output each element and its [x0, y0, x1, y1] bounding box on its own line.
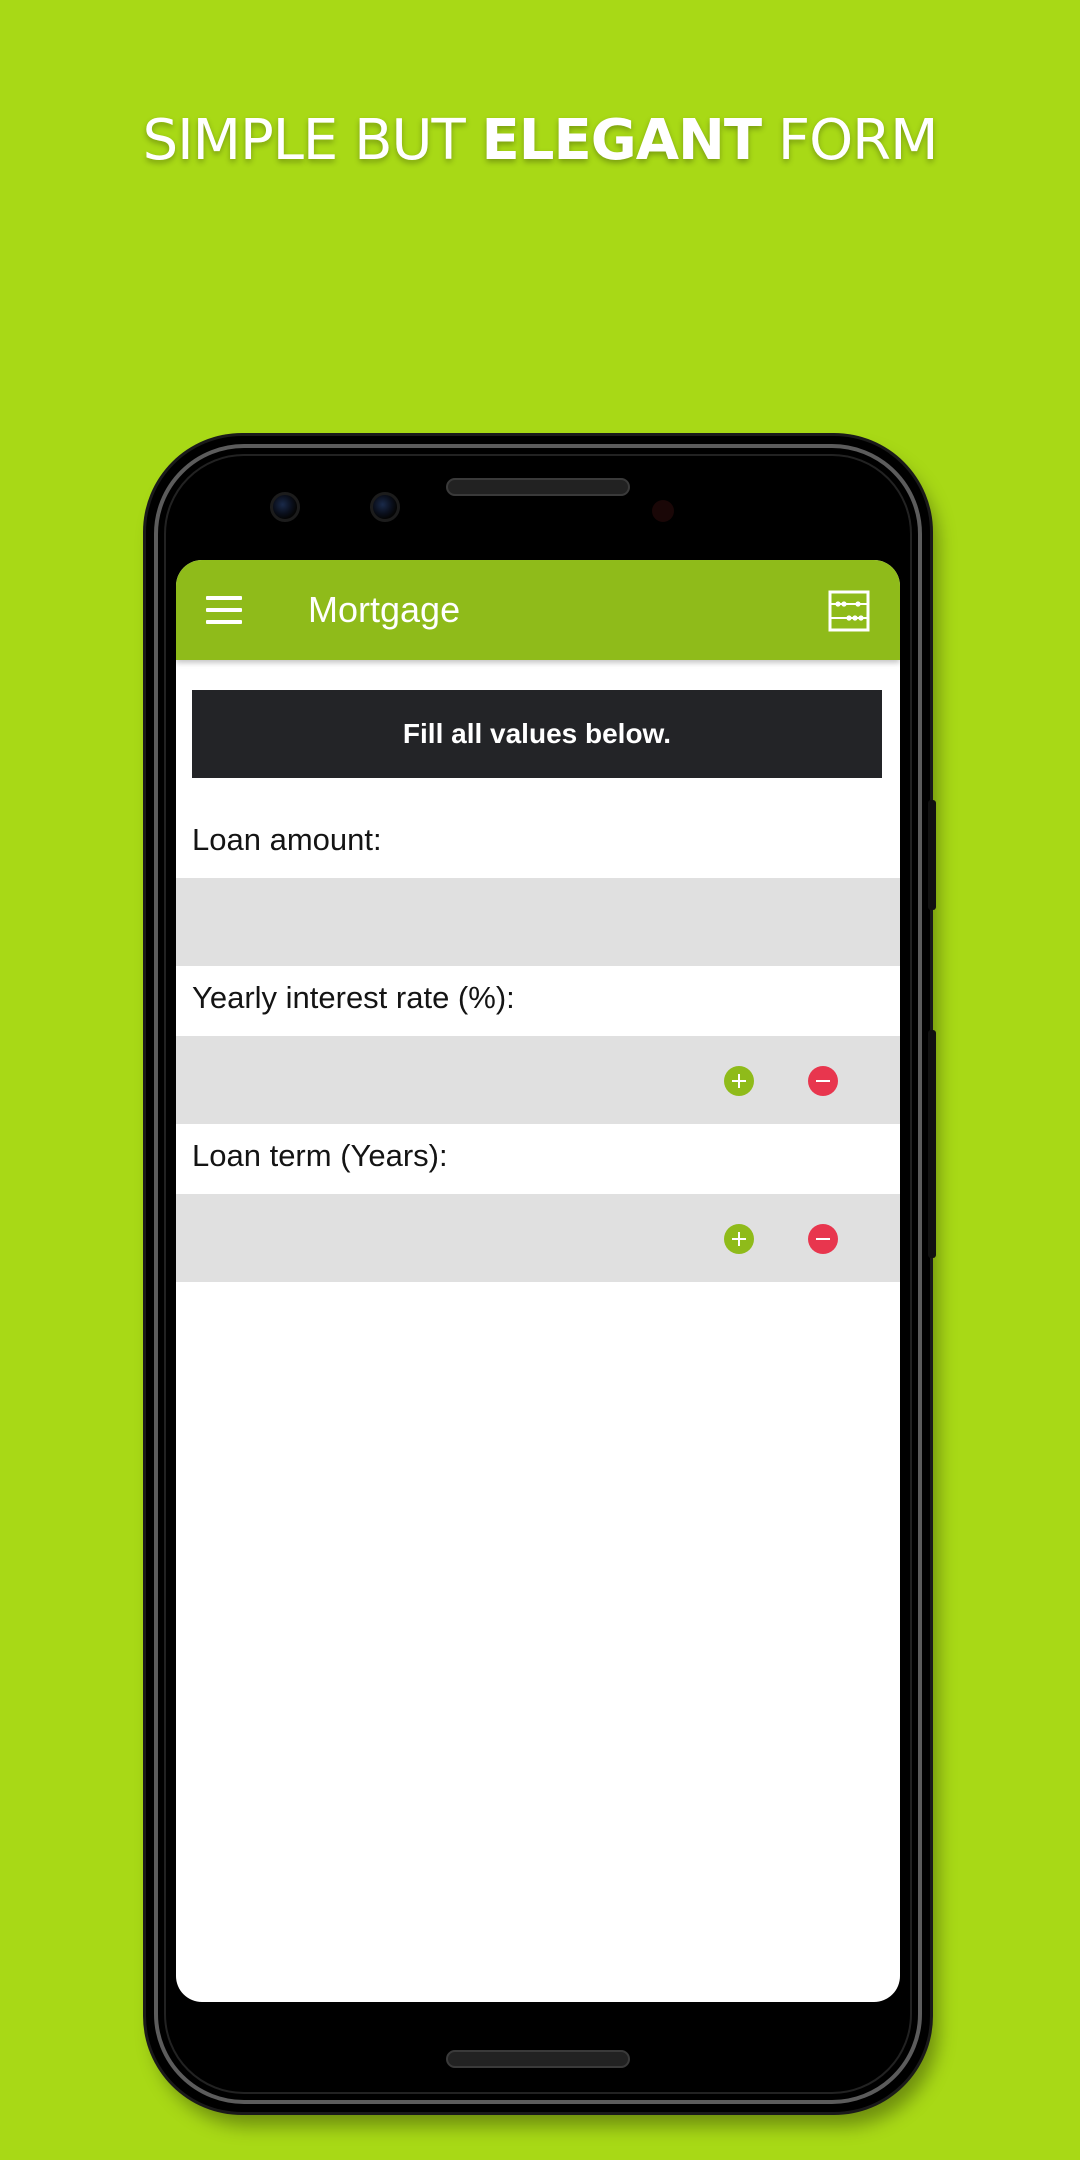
volume-button [928, 1030, 936, 1258]
interest-rate-input[interactable] [192, 1036, 692, 1124]
abacus-icon[interactable] [828, 590, 870, 632]
promo-headline: SIMPLE BUT ELEGANT FORM [0, 108, 1080, 173]
loan-term-label: Loan term (Years): [192, 1138, 448, 1173]
interest-rate-field[interactable] [176, 1036, 900, 1124]
loan-term-decrement-button[interactable] [808, 1224, 838, 1254]
power-button [928, 800, 936, 910]
hamburger-menu-icon[interactable] [206, 596, 242, 624]
loan-amount-label: Loan amount: [192, 822, 382, 857]
earpiece-speaker [446, 478, 630, 496]
headline-text-bold: ELEGANT [481, 108, 763, 173]
bottom-speaker [446, 2050, 630, 2068]
interest-rate-increment-button[interactable] [724, 1066, 754, 1096]
phone-screen: Mortgage Fill all values below. Loan amo… [176, 560, 900, 2002]
proximity-sensor [652, 500, 674, 522]
loan-term-input[interactable] [192, 1194, 692, 1282]
loan-amount-field[interactable] [176, 878, 900, 966]
instruction-banner: Fill all values below. [192, 690, 882, 778]
headline-text-2: FORM [761, 108, 939, 173]
front-camera-icon [270, 492, 300, 522]
loan-amount-input[interactable] [192, 878, 692, 966]
interest-rate-label: Yearly interest rate (%): [192, 980, 515, 1015]
headline-text-1: SIMPLE BUT [142, 108, 482, 173]
front-camera-icon [370, 492, 400, 522]
app-bar: Mortgage [176, 560, 900, 660]
loan-term-field[interactable] [176, 1194, 900, 1282]
loan-term-increment-button[interactable] [724, 1224, 754, 1254]
interest-rate-decrement-button[interactable] [808, 1066, 838, 1096]
phone-frame: Mortgage Fill all values below. Loan amo… [146, 436, 936, 2112]
app-title: Mortgage [308, 589, 461, 630]
